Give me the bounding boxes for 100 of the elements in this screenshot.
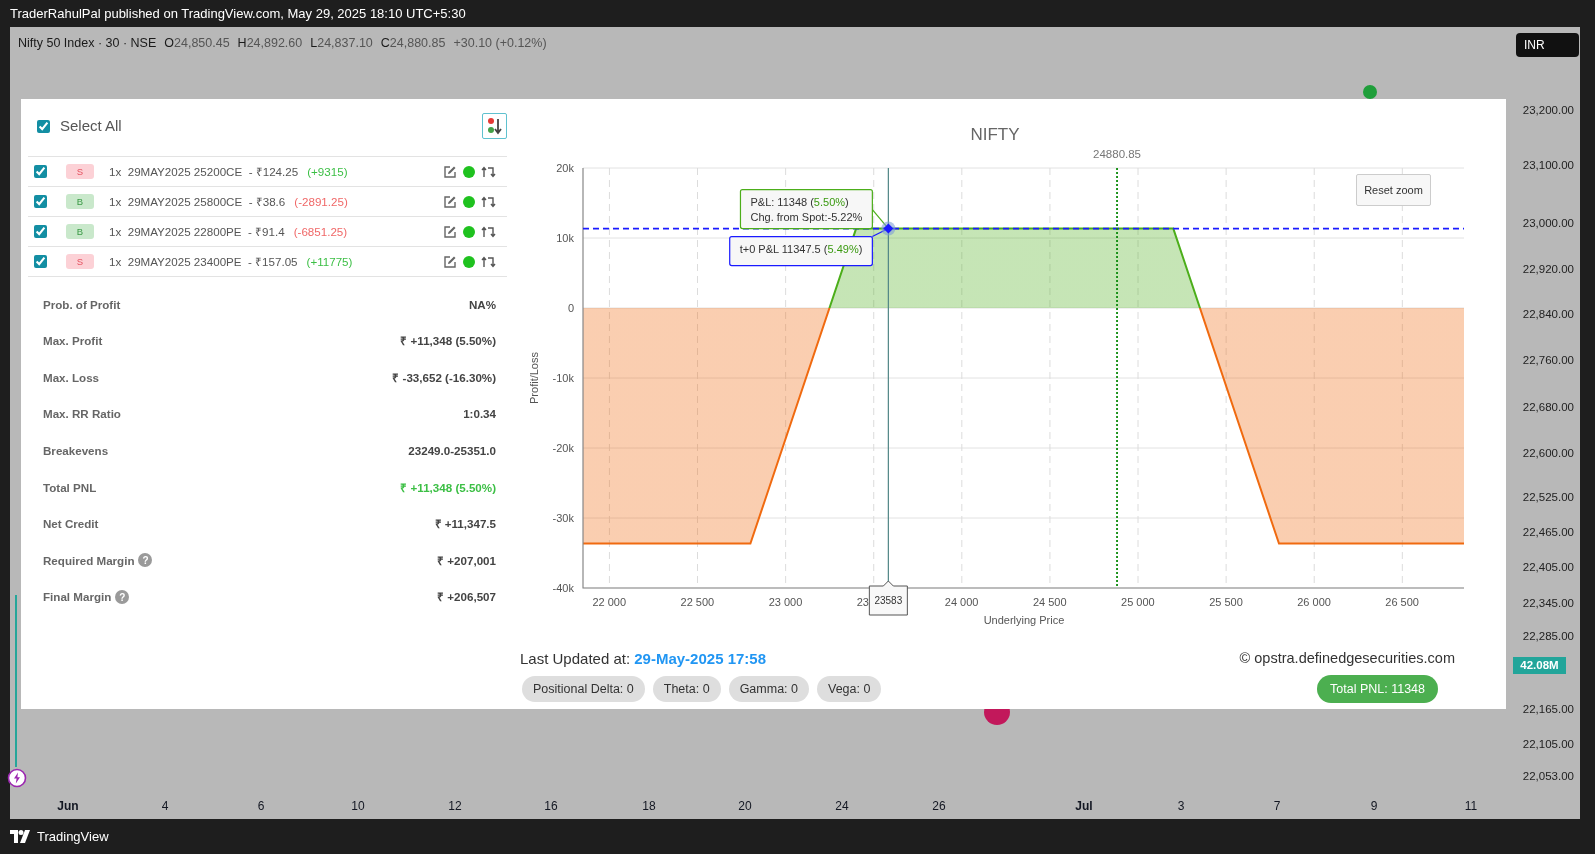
axis-label: 3 [1177, 798, 1185, 815]
axis-label: 4 [161, 798, 169, 815]
axis-label: 12 [448, 798, 462, 815]
axis-label: 23,000.00 [1522, 216, 1574, 231]
checkbox-label: Select All [60, 115, 122, 136]
axis-label: 22,405.00 [1522, 560, 1574, 575]
tooltip: t+0 P&L 11347.5 (5.49%) [729, 235, 873, 267]
checkbox[interactable] [34, 255, 47, 268]
status-dot [463, 255, 475, 268]
tick-label: 24 500 [1032, 596, 1067, 608]
axis-label: 22,105.00 [1522, 737, 1574, 752]
volume-label: 42.08M [1513, 657, 1566, 674]
tick-label: 24 000 [944, 596, 979, 608]
edit-icon[interactable] [443, 194, 457, 209]
crosshair-label: 23583 [868, 580, 908, 616]
axis-label: 22,165.00 [1522, 702, 1574, 717]
checkbox[interactable] [34, 225, 47, 238]
tick-label: 23 000 [768, 596, 803, 608]
side-tag: B [66, 224, 94, 239]
axis-label: 11 [1464, 798, 1478, 815]
axis-title: Underlying Price [983, 614, 1065, 626]
price-change: +30.10 (+0.12%) [453, 35, 547, 52]
swap-icon[interactable] [481, 225, 497, 238]
tick-label: 26 000 [1297, 596, 1331, 608]
axis-label: 22,053.00 [1522, 769, 1574, 784]
tick-label: 25 500 [1209, 596, 1243, 608]
axis-label: 9 [1370, 798, 1378, 815]
checkbox[interactable] [37, 119, 50, 133]
stat-label: Total PNL [43, 479, 97, 496]
stat-label: Prob. of Profit [43, 296, 121, 313]
side-tag: S [66, 254, 94, 269]
status-dot [463, 165, 475, 178]
checkbox[interactable] [34, 165, 47, 178]
spot-label: 24880.85 [1093, 148, 1141, 160]
sort-icon [486, 117, 503, 135]
edit-icon[interactable] [443, 224, 457, 239]
axis-label: 23,100.00 [1522, 158, 1574, 173]
stat-value: 1:0.34 [463, 406, 496, 423]
ohlc-reading: H24,892.60 [237, 35, 303, 52]
axis-label: 7 [1273, 798, 1281, 815]
leg-description: 1x 29MAY2025 25200CE - ₹124.25 [109, 163, 299, 180]
ohlc-reading: C24,880.85 [380, 35, 446, 52]
tick-label: 22 000 [592, 596, 627, 608]
status-dot [463, 195, 475, 208]
stat-value: ₹ +11,348 (5.50%) [400, 479, 496, 496]
ref-line-label: 23583 [874, 595, 903, 606]
axis-label: 22,920.00 [1522, 262, 1574, 277]
axis-label: 6 [257, 798, 265, 815]
tick-label: -10k [552, 372, 574, 384]
tick-label: 25 000 [1121, 596, 1155, 608]
stat-label: Max. Loss [43, 369, 100, 386]
stat-label: Max. Profit [43, 333, 103, 350]
swap-icon[interactable] [481, 165, 497, 178]
reset-zoom-button[interactable]: Reset zoom [1356, 174, 1431, 206]
axis-label: 22,680.00 [1522, 400, 1574, 415]
chart-title: NIFTY [970, 125, 1020, 144]
axis-label: 22,840.00 [1522, 307, 1574, 322]
ohlc-reading: L24,837.10 [310, 35, 373, 52]
axis-label: 26 [932, 798, 946, 815]
side-tag: S [66, 164, 94, 179]
leg-description: 1x 29MAY2025 23400PE - ₹157.05 [109, 253, 298, 270]
sort-button[interactable] [482, 113, 507, 139]
stat-label: Max. RR Ratio [43, 406, 121, 423]
tick-label: -40k [552, 582, 574, 594]
edit-icon[interactable] [443, 164, 457, 179]
checkbox[interactable] [34, 195, 47, 208]
lightning-icon [7, 768, 27, 788]
tick-label: -20k [552, 442, 574, 454]
greek-chip: Gamma: 0 [728, 676, 809, 702]
stat-label: Net Credit [43, 516, 99, 533]
greek-chip: Vega: 0 [817, 676, 882, 702]
leg-pnl: (-2891.25) [294, 193, 348, 210]
axis-label: 10 [351, 798, 365, 815]
stat-value: ₹ +207,001 [437, 552, 496, 569]
help-icon[interactable]: ? [115, 590, 130, 605]
total-pnl-button[interactable]: Total PNL: 11348 [1317, 675, 1438, 703]
copyright-text: © opstra.definedgesecurities.com [1239, 649, 1455, 669]
stat-value: NA% [468, 296, 496, 313]
axis-label: 22,285.00 [1522, 629, 1574, 644]
axis-label: 22,465.00 [1522, 525, 1574, 540]
axis-label: 22,525.00 [1522, 490, 1574, 505]
leg-pnl: (+11775) [306, 253, 353, 270]
edit-icon[interactable] [443, 254, 457, 269]
help-icon[interactable]: ? [138, 553, 153, 568]
axis-label: 23,200.00 [1522, 103, 1574, 118]
stat-value: ₹ +206,507 [437, 589, 496, 606]
tick-label: -30k [552, 512, 574, 524]
chart-marker [1363, 85, 1377, 99]
tick-label: 20k [556, 162, 574, 174]
tick-label: 23 [856, 596, 869, 608]
swap-icon[interactable] [481, 255, 497, 268]
axis-title: Profit/Loss [528, 352, 540, 404]
axis-label: 20 [738, 798, 752, 815]
stat-label: Required Margin [43, 552, 135, 569]
brand-name: TradingView [37, 827, 109, 846]
axis-label: 16 [544, 798, 558, 815]
swap-icon[interactable] [481, 195, 497, 208]
axis-label: Jul [1075, 798, 1093, 815]
currency-button[interactable]: INR [1516, 33, 1579, 57]
leg-pnl: (+9315) [307, 163, 348, 180]
